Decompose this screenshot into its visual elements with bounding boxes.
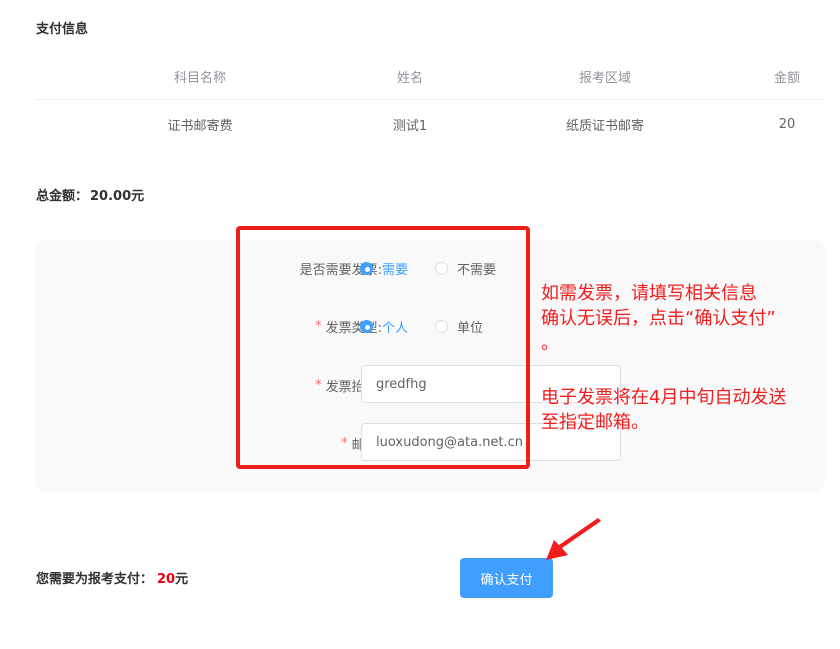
section-title: 支付信息 (36, 22, 89, 37)
annotation-text: 如需发票，请填写相关信息 确认无误后，点击“确认支付” 。 (541, 281, 776, 356)
table-cell: 测试1 (392, 118, 428, 134)
table-header-cell: 姓名 (396, 71, 423, 86)
payment-summary: 您需要为报考支付： 20元 (36, 568, 188, 587)
total-label: 总金额： (36, 189, 89, 204)
annotation-line: 如需发票，请填写相关信息 (541, 283, 757, 304)
highlight-box (236, 226, 530, 469)
total-value: 20.00元 (90, 189, 145, 204)
payment-amount: 20 (157, 572, 176, 587)
table-header-cell: 科目名称 (173, 71, 226, 86)
table-header-cell: 金额 (773, 71, 800, 86)
annotation-line: 电子发票将在4月中旬自动发送 (541, 387, 787, 408)
table-cell: 证书邮寄费 (167, 118, 233, 134)
arrow-icon (546, 518, 601, 560)
payment-unit: 元 (175, 572, 189, 587)
payment-table: 科目名称 姓名 报考区域 金额 证书邮寄费 测试1 纸质证书邮寄 20 (35, 54, 825, 148)
table-row: 证书邮寄费 测试1 纸质证书邮寄 20 (35, 100, 825, 148)
annotation-line: 确认无误后，点击“确认支付” (541, 308, 776, 329)
confirm-payment-button[interactable]: 确认支付 (460, 558, 553, 598)
annotation-text: 电子发票将在4月中旬自动发送 至指定邮箱。 (541, 385, 786, 435)
table-header-cell: 报考区域 (578, 71, 631, 86)
annotation-line: 。 (541, 333, 559, 354)
annotation-line: 至指定邮箱。 (541, 412, 649, 433)
table-header-row: 科目名称 姓名 报考区域 金额 (35, 54, 825, 100)
total-amount: 总金额： 20.00元 (36, 185, 144, 204)
table-cell: 20 (778, 116, 796, 132)
table-cell: 纸质证书邮寄 (565, 118, 644, 134)
payment-label: 您需要为报考支付： (36, 572, 154, 587)
